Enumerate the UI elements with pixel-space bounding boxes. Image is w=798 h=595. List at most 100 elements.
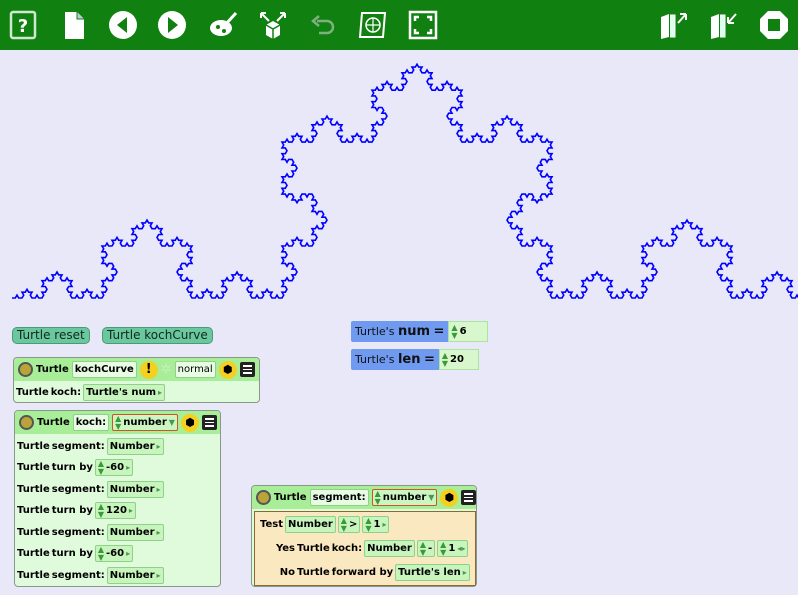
watcher-num-prefix: Turtle's [355,325,395,338]
import-icon[interactable] [706,8,740,42]
back-icon[interactable] [106,8,140,42]
forward-icon[interactable] [155,8,189,42]
script-owner: Turtle [37,417,70,428]
arg-chip[interactable]: ▲ ▼ -60 ▸ [94,545,134,562]
param-text: number [382,492,427,503]
turtle-reset-button[interactable]: Turtle reset [12,327,90,344]
arg-chip[interactable]: Number ▸ [106,524,164,541]
watcher-num-value[interactable]: 6 [460,322,467,341]
arg-text: 120 [106,505,127,516]
arg-text: Turtle's num [86,387,156,398]
param-text: number [123,417,167,428]
stepper-icon[interactable]: ▲ ▼ [442,351,448,368]
menu-icon[interactable] [201,415,217,430]
arg-text: -60 [106,462,125,473]
koch-call-row[interactable]: Turtle koch: Turtle's num ▸ [16,383,166,402]
value-chip[interactable]: ▲ ▼ 1 ◂▸ [437,540,469,557]
arg-chip[interactable]: Turtle's num ▸ [83,384,166,401]
script-run-icon[interactable] [18,362,33,377]
stop-icon[interactable] [757,8,791,42]
script-name[interactable]: kochCurve [71,361,137,378]
cube-icon[interactable]: ⬢ [440,488,459,507]
cube-icon[interactable]: ⬢ [218,360,237,379]
help-icon[interactable]: ? [6,8,40,42]
watcher-len-value[interactable]: 20 [450,350,464,369]
koch-row[interactable]: Turtle segment: Number ▸ [17,523,164,542]
koch-curve-drawing [12,62,798,299]
menu-icon[interactable] [239,362,255,377]
row-cmd: segment: [51,484,105,495]
row-owner: Turtle [16,387,49,398]
value-text: 1 [448,543,456,554]
warning-icon[interactable]: ! [139,360,158,379]
koch-curve-path [12,62,798,299]
watcher-len-eq: = [423,352,435,367]
menu-icon[interactable] [461,490,477,505]
op-chip[interactable]: ▲ ▼ > [337,516,361,533]
arg-chip[interactable]: Number ▸ [106,567,164,584]
script-koch-curve[interactable]: Turtle kochCurve ! ✲ normal ⬢ Turtle koc… [13,357,260,403]
param-selector[interactable]: ▲ ▼ number ▼ [112,414,178,431]
row-owner: Turtle [297,543,330,554]
export-icon[interactable] [656,8,690,42]
script-name[interactable]: koch: [72,414,110,431]
warning-text: ! [145,362,152,377]
paint-icon[interactable] [206,8,240,42]
undo-icon[interactable] [306,8,340,42]
koch-row[interactable]: Turtle turn by ▲ ▼ -60 ▸ [17,544,134,563]
koch-row[interactable]: Turtle turn by ▲ ▼ 120 ▸ [17,501,136,520]
row-cmd: turn by [51,462,93,473]
op-chip[interactable]: ▲ ▼ - [416,540,436,557]
watcher-len-prefix: Turtle's [355,353,395,366]
watcher-num[interactable]: Turtle's num = ▲ ▼ 6 [351,321,489,342]
script-segment[interactable]: Turtle segment: ▲ ▼ number ▼ ⬢ Test Number … [251,485,477,587]
param-selector[interactable]: ▲ ▼ number ▼ [371,489,438,506]
arg-text: Number [288,519,333,530]
watcher-len[interactable]: Turtle's len = ▲ ▼ 20 [351,349,479,370]
op-text: > [348,519,358,530]
koch-row[interactable]: Turtle segment: Number ▸ [17,437,164,456]
arg-chip[interactable]: Number [364,540,415,557]
row-cmd: forward by [331,567,394,578]
arg-chip[interactable]: Number ▸ [106,438,164,455]
row-cmd: turn by [51,548,93,559]
script-run-icon[interactable] [19,415,34,430]
watcher-len-name: len [397,352,421,367]
koch-row[interactable]: Turtle turn by ▲ ▼ -60 ▸ [17,458,134,477]
fullscreen-world-icon[interactable] [356,8,390,42]
test-row[interactable]: Test Number ▲ ▼ > ▲ ▼ 1 ▸ [257,515,390,534]
stepper-icon[interactable]: ▲ ▼ [451,323,457,340]
script-run-icon[interactable] [256,490,271,505]
arg-chip[interactable]: ▲ ▼ -60 ▸ [94,459,134,476]
yes-row[interactable]: Yes Turtle koch: Number ▲ ▼ - ▲ ▼ 1 ◂▸ [257,539,469,558]
tick-mode[interactable]: normal [174,361,216,378]
fullscreen-icon[interactable] [406,8,440,42]
row-owner: Turtle [17,570,50,581]
koch-row[interactable]: Turtle segment: Number ▸ [17,480,164,499]
toolbar: ? [0,0,798,50]
watcher-num-eq: = [433,324,445,339]
test-label: Test [259,519,283,530]
cube-icon[interactable]: ⬢ [180,413,199,432]
test-block[interactable]: Test Number ▲ ▼ > ▲ ▼ 1 ▸ Yes Turtle koch: Nu… [254,511,476,586]
script-name[interactable]: segment: [309,489,369,506]
row-cmd: segment: [51,441,105,452]
arg-chip[interactable]: ▲ ▼ 120 ▸ [94,502,136,519]
value-chip[interactable]: ▲ ▼ 1 ▸ [362,516,390,533]
koch-row[interactable]: Turtle segment: Number ▸ [17,566,164,585]
grow-shrink-icon[interactable] [256,8,290,42]
svg-text:?: ? [18,16,28,37]
row-cmd: turn by [51,505,93,516]
script-owner: Turtle [36,364,69,375]
new-page-icon[interactable] [56,8,90,42]
turtle-koch-curve-button[interactable]: Turtle kochCurve [102,327,213,344]
arg-chip[interactable]: Number ▸ [106,481,164,498]
row-owner: Turtle [17,527,50,538]
ticking-icon[interactable]: ✲ [161,362,172,377]
arg-text: Number [367,543,412,554]
arg-chip[interactable]: Turtle's len ▸ [395,564,470,581]
no-row[interactable]: No Turtle forward by Turtle's len ▸ [257,563,470,582]
no-label: No [279,567,295,578]
script-koch[interactable]: Turtle koch: ▲ ▼ number ▼ ⬢ Turtle segment: N… [14,410,221,587]
arg-chip[interactable]: Number [285,516,336,533]
